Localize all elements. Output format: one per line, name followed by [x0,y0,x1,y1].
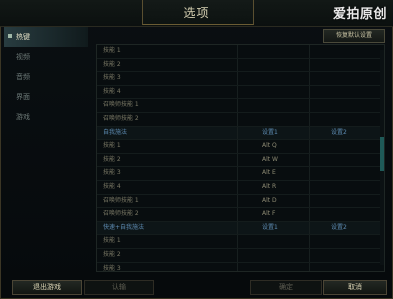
action-label: 技能 1 [103,142,121,150]
action-label: 召唤师技能 1 [103,101,139,109]
column-divider [237,99,238,112]
keybind-slot-1[interactable]: Alt R [262,181,276,194]
column-divider [309,140,310,153]
table-row: 召唤师技能 1 Alt D [97,194,384,209]
table-row: 召唤师技能 1 [97,99,384,113]
watermark-logo: 爱拍原创 [332,7,387,22]
column-divider [309,208,310,221]
column-divider [309,112,310,126]
action-label: 召唤师技能 1 [103,196,139,204]
sidebar-item-game[interactable]: 游戏 [4,107,88,127]
sidebar-item-video[interactable]: 视频 [4,47,88,67]
column-divider [237,112,238,126]
column-divider [237,167,238,180]
sidebar: 热键 视频 音频 界面 游戏 [4,27,88,272]
column-divider [237,72,238,85]
column-divider [309,248,310,262]
table-row: 技能 3 [97,72,384,86]
keybind-slot-1: 设置1 [262,128,278,136]
quit-game-button[interactable]: 退出游戏 [12,280,82,295]
column-divider [237,208,238,221]
action-label: 技能 3 [103,169,121,177]
column-divider [237,153,238,167]
keybind-slot-2: 设置2 [331,223,347,231]
action-label: 技能 2 [103,60,121,68]
table-section-header: 快速+自我施法 设置1 设置2 [97,221,384,236]
keybind-slot-1[interactable]: Alt W [262,154,278,167]
column-divider [237,221,238,235]
cancel-button[interactable]: 取消 [323,280,387,295]
column-divider [237,194,238,208]
column-divider [237,45,238,58]
table-row: 技能 4 [97,85,384,100]
table-row: 技能 4 Alt R [97,180,384,195]
ok-button[interactable]: 确定 [250,280,322,295]
column-divider [309,194,310,208]
table-row: 技能 3 Alt E [97,167,384,181]
column-divider [309,45,310,58]
sidebar-item-interface[interactable]: 界面 [4,87,88,107]
column-divider [237,248,238,262]
column-divider [309,167,310,180]
column-divider [309,221,310,235]
column-divider [309,85,310,99]
action-label: 技能 1 [103,47,121,54]
column-divider [237,58,238,72]
table-row: 技能 2 [97,248,384,263]
column-divider [309,153,310,167]
column-divider [237,235,238,248]
column-divider [309,180,310,194]
keybind-slot-1[interactable]: Alt F [262,208,275,221]
hotkey-table: 技能 1 技能 2 技能 3 技能 4 召唤师技能 1 召唤师技能 2 自我施法 设置1 设置2… [96,44,385,272]
action-label: 召唤师技能 2 [103,210,139,218]
table-row: 技能 2 [97,58,384,73]
keybind-slot-1: 设置1 [262,223,278,231]
action-label: 快速+自我施法 [103,223,145,231]
action-label: 技能 2 [103,155,121,163]
sidebar-item-audio[interactable]: 音频 [4,67,88,87]
column-divider [309,72,310,85]
column-divider [309,262,310,271]
table-section-header: 自我施法 设置1 设置2 [97,126,384,141]
table-row: 技能 1 Alt Q [97,140,384,154]
action-label: 技能 4 [103,87,121,95]
scrollbar-thumb[interactable] [380,137,384,171]
keybind-slot-1[interactable]: Alt E [262,167,276,180]
reset-defaults-button[interactable]: 恢复默认设置 [323,29,385,43]
table-row: 技能 2 Alt W [97,153,384,168]
column-divider [309,58,310,72]
action-label: 自我施法 [103,128,128,136]
column-divider [309,99,310,112]
surrender-button[interactable]: 认输 [84,280,154,295]
column-divider [237,140,238,153]
column-divider [237,180,238,194]
action-label: 技能 3 [103,74,121,82]
column-divider [309,126,310,140]
column-divider [237,85,238,99]
title-bar: 选项 爱拍原创 [0,0,393,27]
table-row: 召唤师技能 2 Alt F [97,208,384,222]
table-row: 技能 1 [97,45,384,59]
column-divider [237,262,238,271]
keybind-slot-2: 设置2 [331,128,347,136]
action-label: 技能 4 [103,182,121,190]
action-label: 技能 1 [103,237,121,245]
table-row: 召唤师技能 2 [97,112,384,127]
action-label: 召唤师技能 2 [103,114,139,122]
sidebar-item-hotkeys[interactable]: 热键 [4,27,88,47]
table-row: 技能 1 [97,235,384,249]
action-label: 技能 2 [103,250,121,258]
column-divider [237,126,238,140]
column-divider [309,235,310,248]
keybind-slot-1[interactable]: Alt Q [262,140,277,153]
table-row: 技能 3 [97,262,384,272]
action-label: 技能 3 [103,264,121,272]
keybind-slot-1[interactable]: Alt D [262,195,277,208]
